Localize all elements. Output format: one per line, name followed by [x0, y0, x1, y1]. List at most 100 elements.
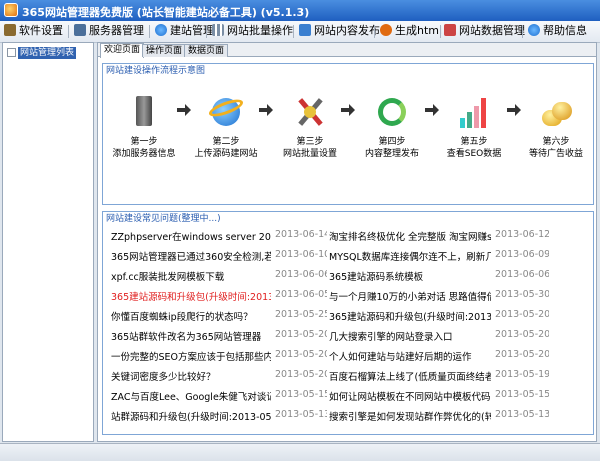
faq-link-right[interactable]: 百度石榴算法上线了(低质量页面终结者) [329, 369, 491, 383]
tab-operation[interactable]: 操作页面 [142, 44, 187, 57]
faq-row: 站群源码和升级包(升级时间:2013-05-13)2013-05-13搜索引擎是… [103, 408, 593, 424]
step-4: 第四步 内容整理发布 [357, 94, 427, 160]
menu-server-management[interactable]: 服务器管理 [74, 23, 144, 39]
faq-date-left: 2013-06-10 [275, 249, 327, 260]
step-label: 内容整理发布 [364, 149, 419, 159]
html-icon [380, 24, 392, 36]
faq-row: 一份完整的SEO方案应该于包括那些内容 2013-05-20 个人如何建站与站建好后… [103, 348, 593, 364]
faq-row: 365网站管理器已通过360安全检测,若被拦 2013-06-10MYSQL数据库… [103, 248, 593, 264]
faq-link-right[interactable]: 365建站源码和升级包(升级时间:2013-05- [329, 309, 491, 323]
step-number: 第六步 [542, 137, 570, 147]
title-bar: 365网站管理器免费版 (站长智能建站必备工具) (v5.1.3) [0, 0, 600, 21]
menu-separator [374, 25, 375, 38]
step-number: 第三步 [296, 137, 324, 147]
menu-separator [206, 25, 207, 38]
menu-content-publish[interactable]: 网站内容发布 [299, 23, 380, 39]
menu-label: 建站管理 [170, 24, 214, 37]
faq-link-right[interactable]: 个人如何建站与站建好后期的运作 [329, 349, 491, 363]
faq-date-right: 2013-05-15 [495, 389, 549, 400]
arrow-icon [259, 104, 273, 116]
faq-link-right[interactable]: 如何让网站模板在不同网站中模板代码不一 [329, 389, 491, 403]
workflow-diagram: 网站建设操作流程示意图 第一步添加服务器信息 第二步上传源码建网站 第三步网站批… [102, 63, 594, 205]
step-2: 第二步上传源码建网站 [191, 94, 261, 160]
menu-label: 软件设置 [19, 24, 63, 37]
faq-date-right: 2013-05-20 [495, 329, 549, 340]
faq-link-right[interactable]: 搜索引擎是如何发现站群作弊优化的(转载 [329, 409, 491, 423]
faq-link-right[interactable]: 365建站源码系统模板 [329, 269, 491, 283]
step-number: 第一步 [130, 137, 158, 147]
faq-link-right[interactable]: 几大搜索引擎的网站登录入口 [329, 329, 491, 343]
step-label: 添加服务器信息 [112, 149, 176, 159]
arrow-icon [507, 104, 521, 116]
menu-generate-html[interactable]: 生成html [380, 23, 442, 39]
menu-batch-operation[interactable]: 网站批量操作 [212, 23, 293, 39]
step-number: 第二步 [212, 137, 240, 147]
menu-software-settings[interactable]: 软件设置 [4, 23, 63, 39]
menu-separator [149, 25, 150, 38]
faq-link-right[interactable]: 与一个月赚10万的小弟对话 思路值得借鉴 [329, 289, 491, 303]
faq-link-left[interactable]: ZAC与百度Lee、Google朱健飞对谈记录 [111, 389, 271, 403]
faq-link-right[interactable]: MYSQL数据库连接偶尔连不上，刷新几秒后 [329, 249, 491, 263]
step-5: 第五步 查看SEO数据 [439, 94, 509, 160]
faq-link-right[interactable]: 淘宝排名终极优化 全完整版 淘宝网赚seo [329, 229, 491, 243]
step-6: 第六步 等待广告收益 [521, 94, 591, 160]
window-title: 365网站管理器免费版 (站长智能建站必备工具) (v5.1.3) [22, 6, 310, 19]
faq-date-right: 2013-05-30 [495, 289, 549, 300]
wrench-icon [4, 24, 16, 36]
menu-separator [440, 25, 441, 38]
tab-strip: 欢迎页面 操作页面 数据页面 [98, 43, 596, 58]
site-tree-panel: 网站管理列表 [2, 42, 94, 442]
menu-help[interactable]: 帮助信息 [528, 23, 587, 39]
tree-root-site-list[interactable]: 网站管理列表 [7, 45, 77, 59]
menu-label: 帮助信息 [543, 24, 587, 37]
faq-link-left[interactable]: 365网站管理器已通过360安全检测,若被拦 [111, 249, 271, 263]
menu-separator [68, 25, 69, 38]
faq-link-left[interactable]: 你懂百度蜘蛛ip段爬行的状态吗？ [111, 309, 271, 323]
arrow-icon [177, 104, 191, 116]
faq-link-left[interactable]: 365建站源码和升级包(升级时间:2013-06- [111, 289, 271, 303]
tools-icon [292, 94, 328, 130]
tab-welcome[interactable]: 欢迎页面 [100, 43, 145, 58]
faq-link-left[interactable]: 一份完整的SEO方案应该于包括那些内容 [111, 349, 271, 363]
faq-date-right: 2013-06-06 [495, 269, 549, 280]
faq-date-left: 2013-06-05 [275, 289, 327, 300]
faq-row: ZAC与百度Lee、Google朱健飞对谈记录 2013-05-15 如何让网站模板… [103, 388, 593, 404]
faq-date-left: 2013-06-14 [275, 229, 327, 240]
faq-date-left: 2013-05-13 [275, 409, 327, 420]
faq-date-left: 2013-05-20 [275, 329, 327, 340]
step-label: 网站批量设置 [282, 149, 337, 159]
tree-root-label: 网站管理列表 [18, 47, 77, 59]
menu-label: 网站内容发布 [314, 24, 380, 37]
faq-link-left[interactable]: 365站群软件改名为365网站管理器 [111, 329, 271, 343]
faq-date-right: 2013-06-12 [495, 229, 549, 240]
faq-link-left[interactable]: ZZphpserver在windows server 2008 64位 [111, 229, 271, 243]
step-label: 查看SEO数据 [446, 149, 502, 159]
globe-icon [155, 24, 167, 36]
content-panel: 欢迎页面 操作页面 数据页面 网站建设操作流程示意图 第一步添加服务器信息 第二… [97, 42, 597, 442]
step-label: 上传源码建网站 [194, 149, 258, 159]
menu-data-management[interactable]: 网站数据管理 [444, 23, 525, 39]
faq-link-left[interactable]: 站群源码和升级包(升级时间:2013-05-13) [111, 409, 271, 423]
step-number: 第四步 [378, 137, 406, 147]
workflow-title: 网站建设操作流程示意图 [106, 66, 206, 76]
faq-date-left: 2013-05-15 [275, 389, 327, 400]
database-icon [444, 24, 456, 36]
step-3: 第三步 网站批量设置 [275, 94, 345, 160]
faq-link-left[interactable]: 关键词密度多少比较好？ [111, 369, 271, 383]
menu-bar: 软件设置 服务器管理 建站管理 网站批量操作 网站内容发布 生成html 网站数… [0, 21, 600, 43]
arrow-icon [425, 104, 439, 116]
app-icon [4, 3, 18, 17]
faq-link-left[interactable]: xpf.cc服装批发网模板下载 [111, 269, 271, 283]
bar-chart-icon [456, 94, 492, 130]
faq-date-left: 2013-06-06 [275, 269, 327, 280]
faq-date-left: 2013-05-25 [275, 309, 327, 320]
ie-browser-icon [207, 94, 245, 130]
tab-data[interactable]: 数据页面 [184, 44, 229, 57]
faq-date-right: 2013-05-13 [495, 409, 549, 420]
tree-expander[interactable] [7, 47, 16, 57]
faq-date-left: 2013-05-20 [275, 369, 327, 380]
recycle-icon [374, 94, 410, 130]
faq-list: 网站建设常见问题(整理中...) ZZphpserver在windows ser… [102, 211, 594, 435]
grid-icon [212, 24, 224, 36]
menu-label: 生成html [395, 24, 443, 37]
